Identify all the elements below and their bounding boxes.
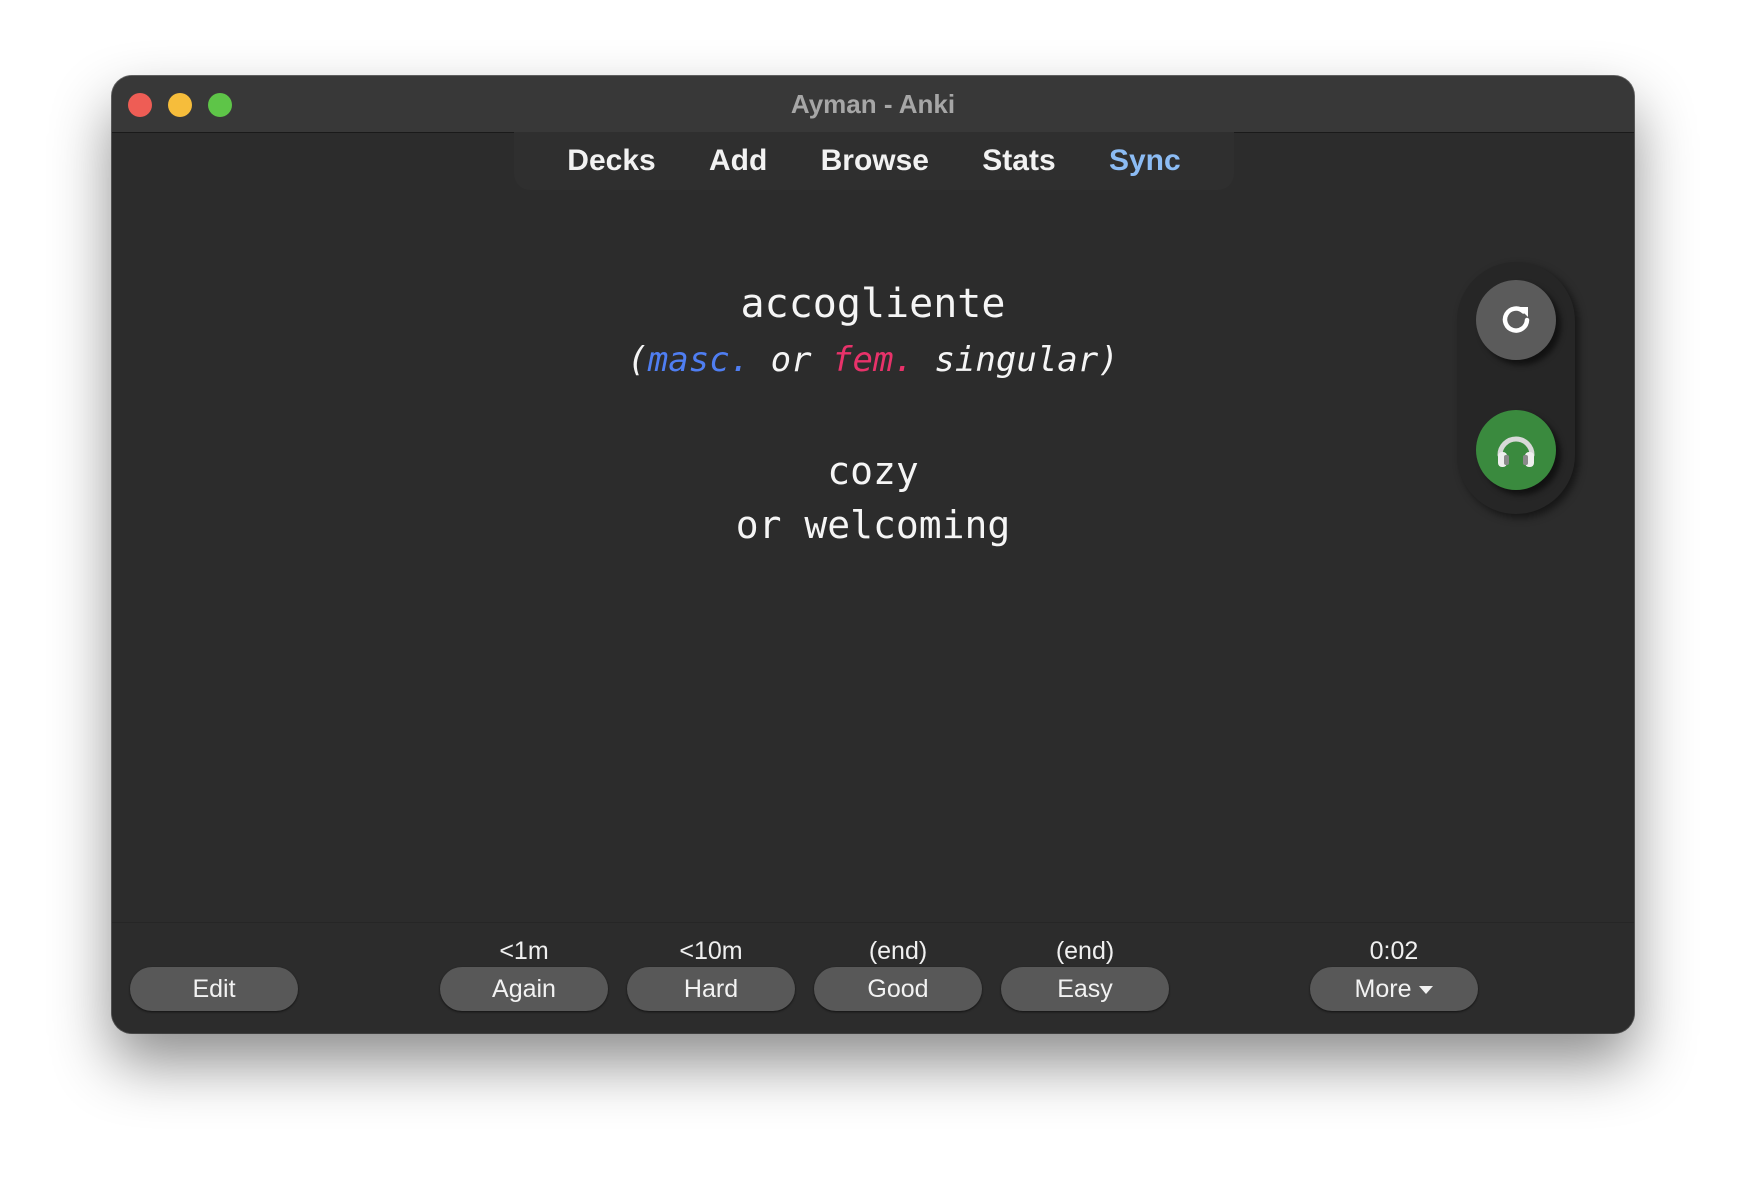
toolbar-browse-link[interactable]: Browse	[821, 144, 929, 178]
hard-interval: <10m	[679, 937, 743, 965]
again-button[interactable]: Again	[440, 967, 608, 1011]
card-front-word: accogliente	[740, 281, 1006, 327]
review-timer: 0:02	[1369, 937, 1419, 965]
replay-button[interactable]	[1476, 280, 1556, 360]
chevron-down-icon	[1419, 986, 1434, 995]
card-spacer	[112, 388, 1634, 444]
more-button[interactable]: More	[1310, 967, 1478, 1011]
title-bar: Ayman - Anki	[112, 76, 1634, 133]
good-interval: (end)	[868, 937, 928, 965]
card-gender-note: (masc. or fem. singular)	[112, 332, 1634, 388]
note-feminine: fem.	[832, 340, 914, 380]
again-interval: <1m	[499, 937, 549, 965]
review-bottom-bar: Edit <1m Again <10m Hard (end) Good (end…	[112, 922, 1634, 1033]
good-button[interactable]: Good	[814, 967, 982, 1011]
more-button-label: More	[1354, 975, 1412, 1003]
audio-controls-panel	[1457, 262, 1575, 514]
toolbar-add-link[interactable]: Add	[709, 144, 767, 178]
note-or: or	[770, 340, 812, 380]
replay-icon	[1502, 306, 1530, 333]
anki-window: Ayman - Anki Decks Add Browse Stats Sync…	[112, 76, 1634, 1033]
hard-button[interactable]: Hard	[627, 967, 795, 1011]
window-title: Ayman - Anki	[790, 89, 956, 119]
headphones-icon	[1497, 436, 1535, 467]
toolbar-sync-link[interactable]: Sync	[1109, 144, 1181, 178]
edit-button[interactable]: Edit	[130, 967, 298, 1011]
easy-interval: (end)	[1055, 937, 1115, 965]
card-content: accogliente (masc. or fem. singular) coz…	[112, 276, 1634, 552]
card-back-line-1: cozy	[827, 449, 919, 493]
note-masculine: masc.	[647, 340, 751, 380]
card-back-line-2: or welcoming	[735, 503, 1011, 547]
note-singular: singular)	[934, 340, 1119, 380]
play-audio-button[interactable]	[1476, 410, 1556, 490]
easy-button[interactable]: Easy	[1001, 967, 1169, 1011]
note-open-paren: (	[627, 340, 648, 380]
toolbar-stats-link[interactable]: Stats	[982, 144, 1055, 178]
toolbar-decks-link[interactable]: Decks	[567, 144, 655, 178]
main-toolbar: Decks Add Browse Stats Sync	[514, 132, 1234, 190]
